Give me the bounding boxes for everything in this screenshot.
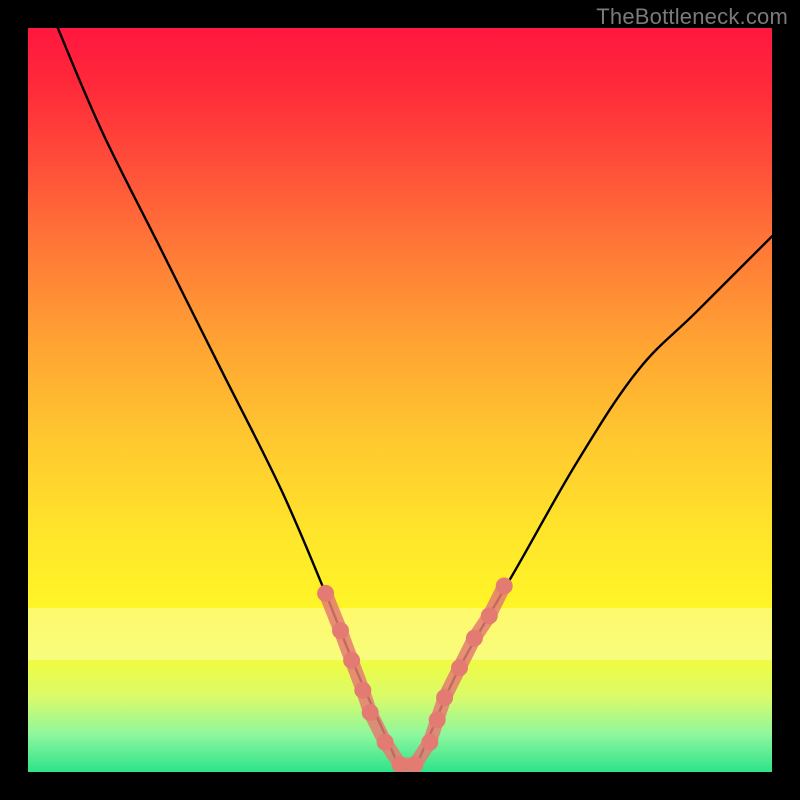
marker-dot	[332, 622, 349, 639]
marker-dot	[451, 659, 468, 676]
marker-dot	[317, 585, 334, 602]
marker-dot	[421, 734, 438, 751]
marker-dots	[317, 578, 513, 773]
marker-dot	[466, 630, 483, 647]
chart-frame: TheBottleneck.com	[0, 0, 800, 800]
marker-dot	[362, 704, 379, 721]
marker-dot	[436, 689, 453, 706]
bottleneck-curve	[58, 28, 772, 769]
marker-dot	[429, 711, 446, 728]
marker-dot	[481, 607, 498, 624]
plot-area	[28, 28, 772, 772]
watermark-text: TheBottleneck.com	[596, 4, 788, 30]
marker-dot	[343, 652, 360, 669]
marker-underline	[326, 586, 505, 765]
marker-dot	[354, 682, 371, 699]
marker-dot	[496, 578, 513, 595]
marker-dot	[377, 734, 394, 751]
curve-layer	[28, 28, 772, 772]
